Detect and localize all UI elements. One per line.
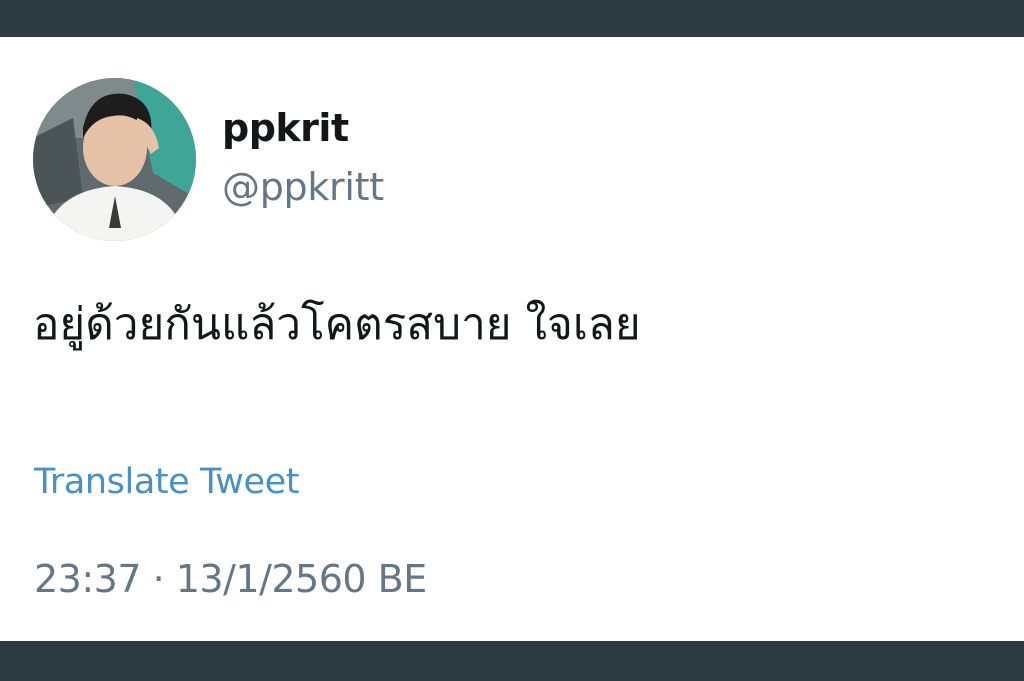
- bottom-bar: [0, 641, 1024, 681]
- tweet-card: ppkrit @ppkritt อยู่ด้วยกันแล้วโคตรสบาย …: [0, 37, 1024, 641]
- top-bar: [0, 0, 1024, 37]
- translate-tweet-link[interactable]: Translate Tweet: [34, 465, 299, 500]
- display-name[interactable]: ppkrit: [222, 109, 349, 147]
- tweet-text: อยู่ด้วยกันแล้วโคตรสบาย ใจเลย: [33, 299, 641, 350]
- user-handle[interactable]: @ppkritt: [222, 168, 384, 206]
- tweet-timestamp[interactable]: 23:37 · 13/1/2560 BE: [34, 560, 427, 598]
- avatar[interactable]: [33, 78, 196, 241]
